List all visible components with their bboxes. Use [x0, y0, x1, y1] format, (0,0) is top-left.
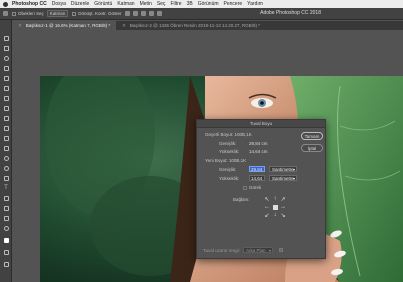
move-tool-icon[interactable]: [2, 34, 10, 42]
menu-yardim[interactable]: Yardım: [247, 1, 263, 7]
gradient-tool-icon[interactable]: [2, 144, 10, 152]
anchor-right[interactable]: →: [279, 203, 287, 211]
current-size-heading: Geçerli Boyut: 100B,1K: [205, 132, 252, 137]
close-icon[interactable]: ✕: [18, 23, 22, 28]
distribute-icon[interactable]: [148, 11, 154, 16]
anchor-bottom-right[interactable]: ↘: [279, 211, 287, 219]
layer-select-dropdown[interactable]: Katman: [46, 10, 69, 17]
document-tabs: ✕ Başlıksız-1 @ 16.6% (Katman 7, RGB/8) *…: [12, 21, 403, 30]
new-height-label: Yükseklik:: [219, 176, 240, 181]
relative-checkbox[interactable]: [243, 186, 247, 190]
options-bar: Obekleri Seç Katman Dönüşt. Kontr. Göste…: [0, 8, 403, 20]
anchor-left[interactable]: ←: [263, 203, 271, 211]
anchor-bottom[interactable]: ↓: [271, 211, 279, 219]
anchor-grid: ↖ ↑ ↗ ← → ↙ ↓ ↘: [263, 195, 287, 219]
shape-tool-icon[interactable]: [2, 204, 10, 212]
quick-mask-icon[interactable]: [2, 248, 10, 256]
zoom-tool-icon[interactable]: [2, 224, 10, 232]
tab-label: Başlıksız-2 @ 1336 Öbreri Resim 2019-11-…: [129, 23, 260, 28]
current-width-value: 29,84 cm: [249, 141, 268, 146]
extension-color-swatch[interactable]: [279, 248, 283, 252]
quick-select-icon[interactable]: [2, 64, 10, 72]
blur-tool-icon[interactable]: [2, 154, 10, 162]
clone-stamp-icon[interactable]: [2, 114, 10, 122]
anchor-bottom-left[interactable]: ↙: [263, 211, 271, 219]
menu-metin[interactable]: Metin: [140, 1, 152, 7]
current-height-label: Yükseklik:: [219, 149, 240, 154]
cancel-button[interactable]: İptal: [301, 144, 323, 152]
new-width-unit-select[interactable]: Santimetre: [269, 166, 297, 172]
anchor-top-left[interactable]: ↖: [263, 195, 271, 203]
close-icon[interactable]: ✕: [122, 23, 126, 28]
menu-gorunum[interactable]: Görünüm: [198, 1, 219, 7]
menu-filtre[interactable]: Filtre: [170, 1, 181, 7]
new-size-heading: Yeni Boyut: 100B,1K: [205, 158, 247, 163]
current-height-value: 14,64 cm: [249, 149, 268, 154]
transform-controls-checkbox[interactable]: [72, 11, 77, 16]
apple-icon[interactable]: [3, 1, 8, 7]
dodge-tool-icon[interactable]: [2, 164, 10, 172]
new-height-unit-select[interactable]: Santimetre: [269, 175, 297, 181]
anchor-label: Bağlam:: [233, 197, 250, 202]
anchor-top-right[interactable]: ↗: [279, 195, 287, 203]
screen-mode-icon[interactable]: [2, 260, 10, 268]
auto-select-label: Obekleri Seç: [18, 11, 44, 16]
extension-color-label: Tuval uzantı rengi:: [203, 248, 240, 253]
history-brush-icon[interactable]: [2, 124, 10, 132]
align-icon[interactable]: [140, 11, 146, 16]
tools-panel: T: [0, 20, 12, 282]
anchor-center[interactable]: [271, 203, 279, 211]
dialog-title: Tuval Boyu: [197, 120, 325, 128]
lasso-tool-icon[interactable]: [2, 54, 10, 62]
healing-brush-icon[interactable]: [2, 94, 10, 102]
type-tool-icon[interactable]: T: [2, 184, 10, 192]
relative-label: Göreli: [249, 185, 262, 190]
menu-3b[interactable]: 3B: [187, 1, 193, 7]
hand-tool-icon[interactable]: [2, 214, 10, 222]
menu-pencere[interactable]: Pencere: [224, 1, 243, 7]
menu-bar: Photoshop CC Dosya Düzenle Görüntü Katma…: [0, 0, 403, 8]
tab-label: Başlıksız-1 @ 16.6% (Katman 7, RGB/8) *: [25, 23, 111, 28]
extension-color-select[interactable]: Arka Plan: [243, 247, 273, 253]
distribute-icon[interactable]: [156, 11, 162, 16]
canvas-size-dialog: Tuval Boyu Geçerli Boyut: 100B,1K Genişl…: [196, 119, 326, 259]
pen-tool-icon[interactable]: [2, 174, 10, 182]
tab-document-2[interactable]: ✕ Başlıksız-2 @ 1336 Öbreri Resim 2019-11…: [116, 21, 266, 30]
new-width-input[interactable]: 29,84: [249, 166, 265, 172]
app-menu[interactable]: Photoshop CC: [12, 1, 47, 7]
menu-dosya[interactable]: Dosya: [52, 1, 66, 7]
align-icon[interactable]: [132, 11, 138, 16]
menu-katman[interactable]: Katman: [117, 1, 134, 7]
tab-document-1[interactable]: ✕ Başlıksız-1 @ 16.6% (Katman 7, RGB/8) *: [12, 21, 117, 30]
align-icon[interactable]: [124, 11, 130, 16]
transform-controls-label: Dönüşt. Kontr. Göster: [78, 11, 122, 16]
move-tool-icon[interactable]: [3, 11, 8, 16]
menu-duzenle[interactable]: Düzenle: [71, 1, 89, 7]
eyedropper-icon[interactable]: [2, 84, 10, 92]
menu-sec[interactable]: Seç: [157, 1, 166, 7]
ok-button[interactable]: Tamam: [301, 132, 323, 140]
anchor-top[interactable]: ↑: [271, 195, 279, 203]
new-width-label: Genişlik:: [219, 167, 237, 172]
menu-goruntu[interactable]: Görüntü: [94, 1, 112, 7]
brush-tool-icon[interactable]: [2, 104, 10, 112]
eraser-tool-icon[interactable]: [2, 134, 10, 142]
auto-select-checkbox[interactable]: [12, 11, 16, 16]
current-width-label: Genişlik:: [219, 141, 237, 146]
foreground-color-swatch[interactable]: [2, 236, 10, 244]
new-height-input[interactable]: 14,64: [249, 175, 265, 181]
path-select-icon[interactable]: [2, 194, 10, 202]
app-title: Adobe Photoshop CC 2018: [260, 10, 321, 16]
layer-select-label: Katman: [49, 11, 66, 16]
marquee-tool-icon[interactable]: [2, 44, 10, 52]
crop-tool-icon[interactable]: [2, 74, 10, 82]
